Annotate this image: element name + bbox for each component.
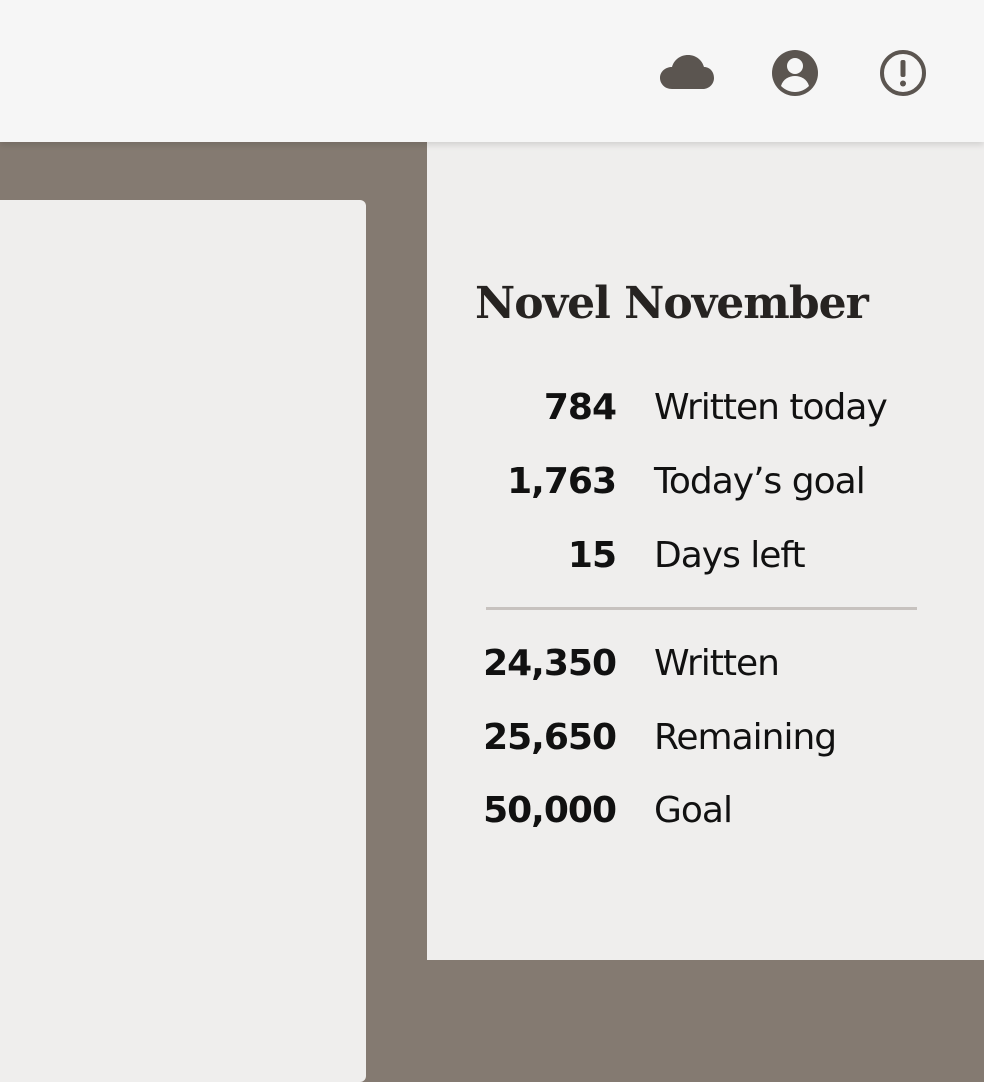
top-bar bbox=[0, 0, 984, 142]
cloud-icon[interactable] bbox=[660, 46, 714, 100]
stat-label: Written today bbox=[654, 387, 888, 428]
account-icon[interactable] bbox=[768, 46, 822, 100]
stats-panel: Novel November 784 Written today 1,763 T… bbox=[427, 142, 984, 960]
stat-row-remaining: 25,650 Remaining bbox=[427, 713, 984, 763]
stat-row-todays-goal: 1,763 Today’s goal bbox=[427, 457, 984, 507]
alert-icon[interactable] bbox=[876, 46, 930, 100]
stat-label: Remaining bbox=[654, 717, 837, 758]
stat-value: 15 bbox=[567, 535, 617, 576]
stat-label: Written bbox=[654, 643, 780, 684]
stat-value: 24,350 bbox=[483, 643, 617, 684]
stat-label: Today’s goal bbox=[654, 461, 866, 502]
stat-value: 25,650 bbox=[483, 717, 617, 758]
stats-divider bbox=[486, 607, 917, 610]
stat-row-written-today: 784 Written today bbox=[427, 383, 984, 433]
stat-row-goal: 50,000 Goal bbox=[427, 786, 984, 836]
stat-value: 784 bbox=[543, 387, 617, 428]
stat-row-written: 24,350 Written bbox=[427, 639, 984, 689]
stat-value: 1,763 bbox=[507, 461, 617, 502]
stat-label: Days left bbox=[654, 535, 806, 576]
stat-value: 50,000 bbox=[483, 790, 617, 831]
stats-title: Novel November bbox=[475, 278, 869, 329]
stat-label: Goal bbox=[654, 790, 733, 831]
editor-panel[interactable] bbox=[0, 200, 366, 1082]
stat-row-days-left: 15 Days left bbox=[427, 531, 984, 581]
